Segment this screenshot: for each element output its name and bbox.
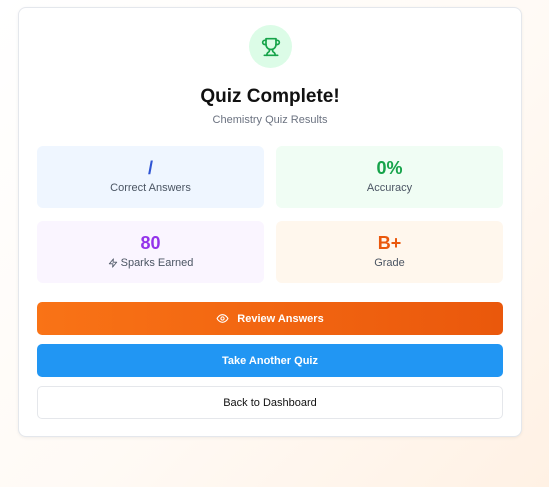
back-to-dashboard-button[interactable]: Back to Dashboard [37, 386, 503, 419]
correct-answers-label-wrap: Correct Answers [37, 182, 264, 194]
page-subtitle: Chemistry Quiz Results [212, 114, 328, 126]
sparks-label: Sparks Earned [120, 257, 194, 269]
grade-stat: B+ Grade [276, 221, 503, 283]
grade-value: B+ [377, 233, 402, 253]
back-to-dashboard-label: Back to Dashboard [223, 396, 317, 409]
take-another-quiz-button[interactable]: Take Another Quiz [37, 344, 503, 377]
correct-answers-label: Correct Answers [110, 182, 191, 194]
sparks-value: 80 [140, 233, 161, 253]
trophy-icon [261, 37, 280, 56]
take-another-quiz-label: Take Another Quiz [222, 354, 318, 367]
grade-label-wrap: Grade [276, 257, 503, 269]
results-card: Quiz Complete! Chemistry Quiz Results / … [18, 7, 522, 437]
lightning-icon [108, 258, 117, 268]
review-answers-label: Review Answers [237, 312, 324, 325]
correct-answers-stat: / Correct Answers [37, 146, 264, 208]
grade-label: Grade [374, 257, 405, 269]
page-title: Quiz Complete! [200, 86, 340, 107]
correct-answers-value: / [147, 158, 153, 178]
accuracy-value: 0% [376, 158, 403, 178]
sparks-stat: 80 Sparks Earned [37, 221, 264, 283]
accuracy-label-wrap: Accuracy [276, 182, 503, 194]
accuracy-label: Accuracy [366, 182, 413, 194]
sparks-label-wrap: Sparks Earned [37, 257, 264, 269]
review-answers-button[interactable]: Review Answers [37, 302, 503, 335]
accuracy-stat: 0% Accuracy [276, 146, 503, 208]
eye-icon [216, 314, 229, 323]
trophy-badge [249, 25, 292, 68]
